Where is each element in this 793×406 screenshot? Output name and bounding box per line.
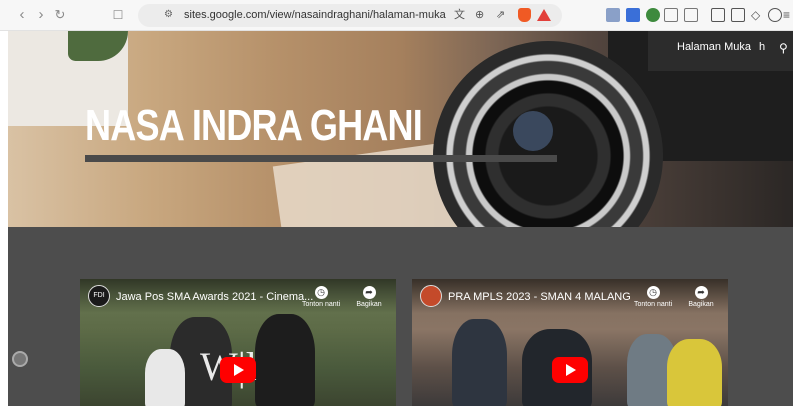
play-button[interactable] (220, 357, 256, 383)
watch-later-label: Tonton nanti (302, 301, 341, 308)
site-title: NASA INDRA GHANI (85, 101, 423, 150)
wallet-icon[interactable] (731, 8, 745, 22)
watch-later-button[interactable]: ◷ Tonton nanti (634, 286, 672, 308)
watch-later-button[interactable]: ◷ Tonton nanti (302, 286, 340, 308)
video-title[interactable]: Jawa Pos SMA Awards 2021 - Cinema... (116, 291, 313, 303)
browser-toolbar: ‹ › ↻ ☐ ⚙ sites.google.com/view/nasaindr… (0, 0, 793, 31)
site-info-icon[interactable] (12, 351, 28, 367)
hero-banner: NASA INDRA GHANI Halaman Muka h ⚲ (8, 31, 793, 227)
nav-home-link[interactable]: Halaman Muka (677, 41, 751, 53)
channel-avatar[interactable]: FDI (88, 285, 110, 307)
share-arrow-icon: ➦ (362, 286, 376, 299)
forward-icon[interactable]: › (33, 7, 49, 23)
reload-icon[interactable]: ↻ (52, 7, 68, 23)
share-button[interactable]: ➦ Bagikan (682, 286, 720, 308)
lens-glare (513, 111, 553, 151)
video-embed-1[interactable]: W|l FDI Jawa Pos SMA Awards 2021 - Cinem… (80, 279, 396, 406)
nav-more-link[interactable]: h (759, 41, 765, 53)
translate-icon[interactable]: 文 (454, 8, 468, 22)
sidebar-icon[interactable] (711, 8, 725, 22)
play-button[interactable] (552, 357, 588, 383)
channel-avatar[interactable] (420, 285, 442, 307)
search-icon[interactable]: ⚲ (779, 41, 788, 55)
brave-rewards-icon[interactable] (537, 9, 551, 21)
site-page: NASA INDRA GHANI Halaman Muka h ⚲ W|l FD… (8, 31, 793, 406)
menu-icon[interactable]: ≡ (783, 8, 793, 22)
title-underline (85, 155, 557, 162)
person-image (667, 339, 722, 406)
address-bar[interactable]: ⚙ sites.google.com/view/nasaindraghani/h… (138, 4, 562, 27)
video-title[interactable]: PRA MPLS 2023 - SMAN 4 MALANG (448, 291, 631, 303)
zoom-icon[interactable]: ⊕ (475, 8, 489, 22)
site-settings-icon[interactable]: ⚙ (164, 8, 178, 22)
clock-icon: ◷ (646, 286, 660, 299)
extension-icon[interactable] (684, 8, 698, 22)
vpn-icon[interactable]: ◇ (751, 8, 765, 22)
share-label: Bagikan (356, 301, 382, 308)
extensions-puzzle-icon[interactable] (664, 8, 678, 22)
bookmark-icon[interactable]: ☐ (110, 7, 126, 23)
watch-later-label: Tonton nanti (634, 301, 673, 308)
brave-shield-icon[interactable] (518, 8, 531, 22)
video-embed-2[interactable]: PRA MPLS 2023 - SMAN 4 MALANG ◷ Tonton n… (412, 279, 728, 406)
clock-icon: ◷ (314, 286, 328, 299)
share-arrow-icon: ➦ (694, 286, 708, 299)
share-icon[interactable]: ⇗ (496, 8, 510, 22)
share-label: Bagikan (688, 301, 714, 308)
person-image (255, 314, 315, 406)
shield-icon[interactable] (768, 8, 782, 22)
extension-icon[interactable] (646, 8, 660, 22)
share-button[interactable]: ➦ Bagikan (350, 286, 388, 308)
person-image (452, 319, 507, 406)
url-text[interactable]: sites.google.com/view/nasaindraghani/hal… (184, 9, 446, 21)
extension-icon[interactable] (606, 8, 620, 22)
person-image (145, 349, 185, 406)
extension-icon[interactable] (626, 8, 640, 22)
back-icon[interactable]: ‹ (14, 7, 30, 23)
